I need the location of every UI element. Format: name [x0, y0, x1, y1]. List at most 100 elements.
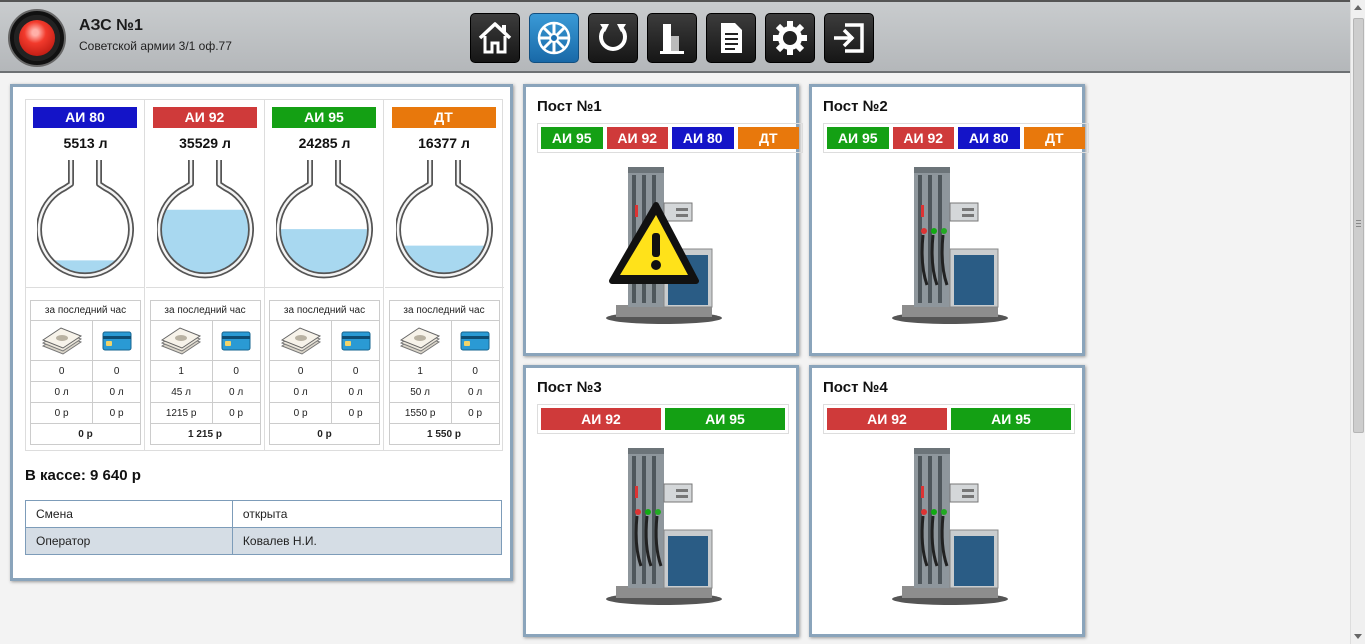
table-row: за последний час: [149, 300, 261, 321]
table-row: 1550 р0 р: [388, 402, 500, 424]
post-grades: АИ 92 АИ 95: [823, 404, 1075, 434]
fuel-tower-icon: [660, 24, 684, 54]
scroll-up-icon[interactable]: [1354, 5, 1362, 10]
post-card[interactable]: Пост №2 АИ 95 АИ 92 АИ 80 ДТ: [809, 84, 1089, 356]
post-grades: АИ 95 АИ 92 АИ 80 ДТ: [823, 123, 1089, 153]
card-sum: 0 р: [450, 402, 500, 424]
settings-button[interactable]: [765, 13, 815, 63]
table-row: за последний час: [388, 300, 500, 321]
climate-button[interactable]: [529, 13, 579, 63]
logout-button[interactable]: [824, 13, 874, 63]
cash-sum: 0 р: [268, 402, 333, 424]
post-title: Пост №3: [537, 379, 602, 396]
tanks-button[interactable]: [647, 13, 697, 63]
post-grades: АИ 95 АИ 92 АИ 80 ДТ: [537, 123, 803, 153]
top-bar: АЗС №1 Советской армии 3/1 оф.77: [0, 0, 1350, 73]
table-row: 0 р: [269, 423, 380, 445]
vertical-scrollbar[interactable]: [1350, 0, 1365, 644]
flask-icon: [276, 160, 373, 279]
post-grade-badge: АИ 95: [827, 127, 889, 149]
post-grade-badge: АИ 95: [951, 408, 1071, 430]
table-row: 45 л0 л: [149, 381, 261, 403]
card-sum: 0 р: [331, 402, 380, 424]
post-grade-badge: АИ 80: [672, 127, 734, 149]
post-grade-badge: АИ 80: [958, 127, 1020, 149]
card-count: 0: [331, 360, 380, 382]
flask-icon: [37, 160, 134, 279]
fuel-grade-label: ДТ: [391, 107, 496, 128]
cash-sum: 0 р: [29, 402, 94, 424]
card-liters: 0 л: [92, 381, 141, 403]
reset-icon: [599, 24, 627, 51]
table-row: [29, 320, 141, 361]
shift-label: Смена: [25, 500, 233, 528]
table-row: 00: [29, 360, 141, 382]
tank-visual: АИ 92 35529 л: [145, 100, 265, 288]
post-grade-badge: АИ 92: [827, 408, 947, 430]
fuel-pump-icon: [892, 167, 1008, 324]
post-grade-badge: АИ 92: [541, 408, 661, 430]
home-button[interactable]: [470, 13, 520, 63]
fuel-pump-icon: [892, 448, 1008, 605]
fuel-grade-label: АИ 80: [33, 107, 137, 128]
table-row: 0 р: [30, 423, 141, 445]
card-cell: [450, 320, 500, 361]
card-icon: [102, 331, 132, 350]
cash-sum: 1550 р: [388, 402, 452, 424]
shift-table: Смена открыта Оператор Ковалев Н.И.: [25, 500, 503, 555]
tank-column: АИ 80 5513 л за последний час 0 0 0 л 0 …: [26, 100, 145, 450]
post-title: Пост №1: [537, 98, 602, 115]
flask-icon: [156, 160, 254, 279]
sales-total: 0 р: [269, 423, 380, 445]
card-icon: [221, 331, 251, 350]
tank-column: ДТ 16377 л за последний час 1 0 50 л 0 л…: [384, 100, 504, 450]
cash-icon: [41, 326, 82, 355]
tanks-grid: АИ 80 5513 л за последний час 0 0 0 л 0 …: [25, 99, 504, 451]
logout-icon: [834, 23, 864, 53]
post-title: Пост №2: [823, 98, 888, 115]
cashbox-total: В кассе: 9 640 р: [25, 467, 141, 484]
table-row: 0 л0 л: [268, 381, 380, 403]
fuel-grade-label: АИ 92: [152, 107, 257, 128]
post-card[interactable]: Пост №3 АИ 92 АИ 95: [523, 365, 799, 637]
table-row: [149, 320, 261, 361]
sales-total: 1 550 р: [388, 423, 500, 445]
post-card[interactable]: Пост №1 АИ 95 АИ 92 АИ 80 ДТ: [523, 84, 803, 356]
sales-period-label: за последний час: [30, 300, 141, 321]
sales-total: 1 215 р: [149, 423, 261, 445]
post-grade-badge: АИ 92: [892, 127, 954, 149]
report-button[interactable]: [706, 13, 756, 63]
table-row: 1215 р0 р: [149, 402, 261, 424]
table-row: [268, 320, 380, 361]
tank-column: АИ 95 24285 л за последний час 0 0 0 л 0…: [265, 100, 384, 450]
post-card[interactable]: Пост №4 АИ 92 АИ 95: [809, 365, 1085, 637]
fuel-pump-icon: [606, 448, 722, 605]
operator-label: Оператор: [25, 527, 233, 555]
tank-column: АИ 92 35529 л за последний час 1 0 45 л …: [145, 100, 265, 450]
flask-icon: [395, 160, 493, 279]
fuel-pump-icon: [606, 167, 722, 324]
fuel-grade-label: АИ 95: [272, 107, 376, 128]
sales-period-label: за последний час: [269, 300, 380, 321]
home-icon: [478, 22, 512, 54]
card-cell: [211, 320, 261, 361]
tank-volume: 35529 л: [179, 135, 231, 151]
reset-button[interactable]: [588, 13, 638, 63]
cash-cell: [268, 320, 333, 361]
post-grade-badge: АИ 95: [665, 408, 785, 430]
table-row: 0 л0 л: [29, 381, 141, 403]
scroll-down-icon[interactable]: [1354, 634, 1362, 639]
cash-liters: 0 л: [29, 381, 94, 403]
cash-icon: [400, 326, 441, 355]
scroll-thumb[interactable]: [1353, 18, 1364, 433]
cash-count: 1: [149, 360, 213, 382]
hourly-sales-table: за последний час: [268, 300, 380, 445]
card-sum: 0 р: [211, 402, 261, 424]
post-grades: АИ 92 АИ 95: [537, 404, 789, 434]
tank-volume: 5513 л: [63, 135, 108, 151]
tanks-panel: АИ 80 5513 л за последний час 0 0 0 л 0 …: [10, 84, 513, 581]
post-grade-badge: АИ 95: [541, 127, 603, 149]
table-row: 0 р0 р: [29, 402, 141, 424]
table-row: 0 р0 р: [268, 402, 380, 424]
card-liters: 0 л: [450, 381, 500, 403]
